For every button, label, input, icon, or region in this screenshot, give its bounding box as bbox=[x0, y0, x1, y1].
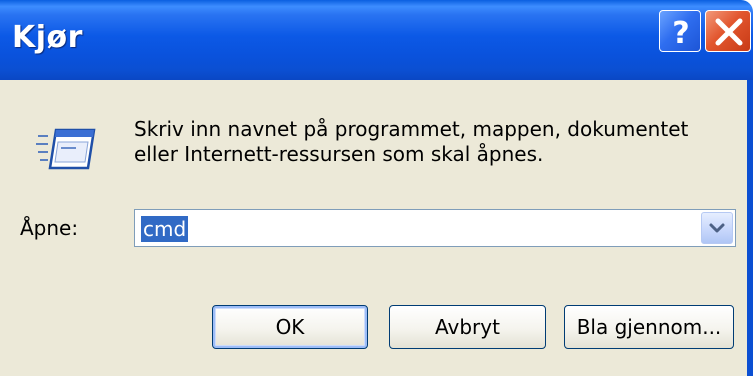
title-bar[interactable]: Kjør ? bbox=[0, 0, 753, 80]
open-combobox[interactable]: cmd bbox=[134, 209, 736, 247]
description-line-1: Skriv inn navnet på programmet, mappen, … bbox=[134, 117, 689, 141]
dialog-body: Skriv inn navnet på programmet, mappen, … bbox=[0, 80, 753, 376]
svg-text:?: ? bbox=[672, 16, 689, 51]
description-line-2: eller Internett-ressursen som skal åpnes… bbox=[134, 142, 544, 166]
close-button[interactable] bbox=[705, 10, 751, 52]
help-icon: ? bbox=[672, 16, 689, 51]
open-input[interactable]: cmd bbox=[141, 216, 189, 242]
ok-button[interactable]: OK bbox=[212, 305, 368, 349]
dialog-description: Skriv inn navnet på programmet, mappen, … bbox=[134, 117, 734, 167]
cancel-button[interactable]: Avbryt bbox=[389, 305, 546, 349]
run-window-icon bbox=[36, 128, 96, 170]
help-button[interactable]: ? bbox=[659, 10, 701, 52]
run-dialog: Kjør ? Skriv inn navnet på programmet, m… bbox=[0, 0, 753, 376]
browse-button[interactable]: Bla gjennom... bbox=[564, 305, 734, 349]
window-title: Kjør bbox=[12, 20, 83, 55]
close-icon bbox=[715, 18, 743, 46]
open-label: Åpne: bbox=[20, 216, 79, 240]
open-dropdown-button[interactable] bbox=[701, 212, 733, 244]
chevron-down-icon bbox=[709, 223, 725, 233]
